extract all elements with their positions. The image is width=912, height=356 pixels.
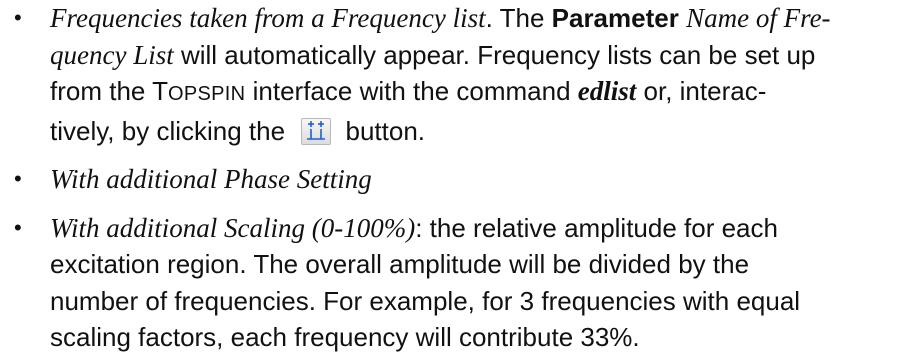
option-title: With additional Phase Setting: [50, 164, 372, 194]
line: tively, by clicking the button.: [50, 113, 912, 150]
text-run: . The: [485, 3, 552, 33]
option-title: Frequencies taken from a Frequency list: [50, 3, 486, 33]
text-run: will automatically appear. Frequency lis…: [173, 39, 816, 70]
line: With additional Scaling (0-100%): the re…: [50, 210, 912, 247]
line: With additional Phase Setting: [50, 161, 912, 198]
option-title: With additional Scaling (0-100%): [50, 212, 416, 243]
line: Frequencies taken from a Frequency list.…: [50, 0, 912, 37]
topspin-rest: OPSPIN: [168, 83, 246, 105]
parameter-term: Parameter: [551, 3, 679, 33]
bullet-marker: •: [14, 214, 22, 240]
text-run: interface with the command: [245, 76, 578, 106]
text-run: : the relative amplitude for each: [415, 212, 778, 243]
line: number of frequencies. For example, for …: [50, 283, 912, 320]
text-run: excitation region. The overall amplitude…: [50, 249, 750, 279]
frequency-list-toolbar-icon: [301, 117, 332, 145]
text-run: number of frequencies. For example, for …: [50, 285, 801, 316]
line: excitation region. The overall amplitude…: [50, 246, 912, 283]
parameter-name-cont: quency List: [50, 39, 174, 70]
text-run: button.: [338, 115, 426, 146]
line: quency List will automatically appear. F…: [50, 37, 912, 74]
topspin-name: TOPSPIN: [152, 76, 245, 106]
document-body: • Frequencies taken from a Frequency lis…: [0, 0, 912, 356]
parameter-name: Name of Fre-: [686, 3, 831, 33]
text-run: from the: [50, 76, 153, 106]
line: from the TOPSPIN interface with the comm…: [50, 73, 912, 113]
text-run: scaling factors, each frequency will con…: [50, 322, 640, 352]
text-run: or, interac-: [636, 76, 767, 106]
text-run: [679, 3, 686, 33]
topspin-initial: T: [152, 76, 169, 106]
text-run: tively, by clicking the: [50, 115, 293, 146]
list-item-scaling: • With additional Scaling (0-100%): the …: [0, 210, 912, 356]
command-name: edlist: [577, 76, 637, 106]
bullet-marker: •: [14, 166, 22, 191]
line: scaling factors, each frequency will con…: [50, 319, 912, 356]
list-item-frequency-list: • Frequencies taken from a Frequency lis…: [0, 0, 912, 149]
list-item-phase-setting: • With additional Phase Setting: [0, 161, 912, 198]
bullet-marker: •: [14, 5, 22, 30]
